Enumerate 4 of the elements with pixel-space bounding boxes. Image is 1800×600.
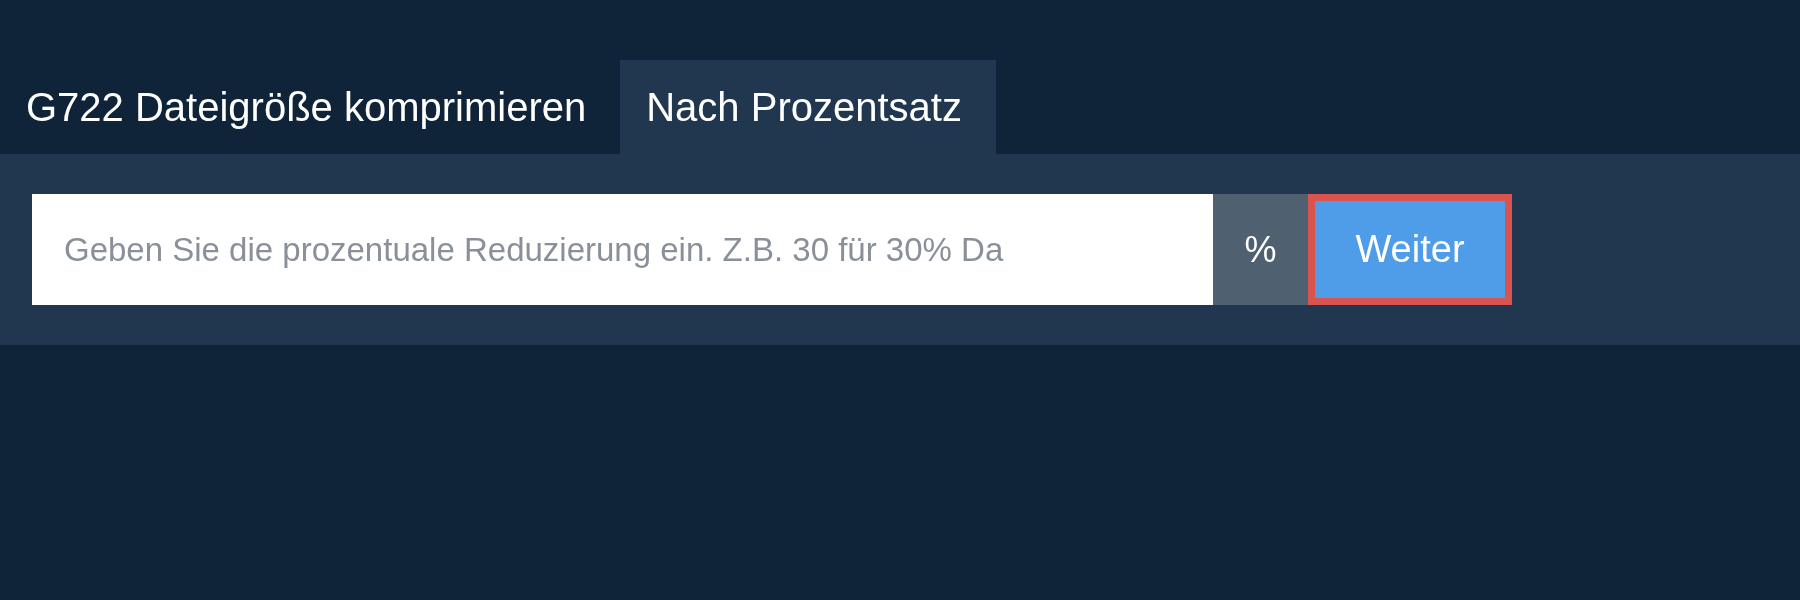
tab[interactable]: Nach Prozentsatz xyxy=(620,60,996,154)
input-field[interactable]: Geben Sie die prozentuale Reduzierung ein. Z.B. 30 für 30% Da xyxy=(32,194,1213,305)
unit-label: % xyxy=(1213,194,1308,305)
tab[interactable]: G722 Dateigröße komprimieren xyxy=(0,60,621,154)
